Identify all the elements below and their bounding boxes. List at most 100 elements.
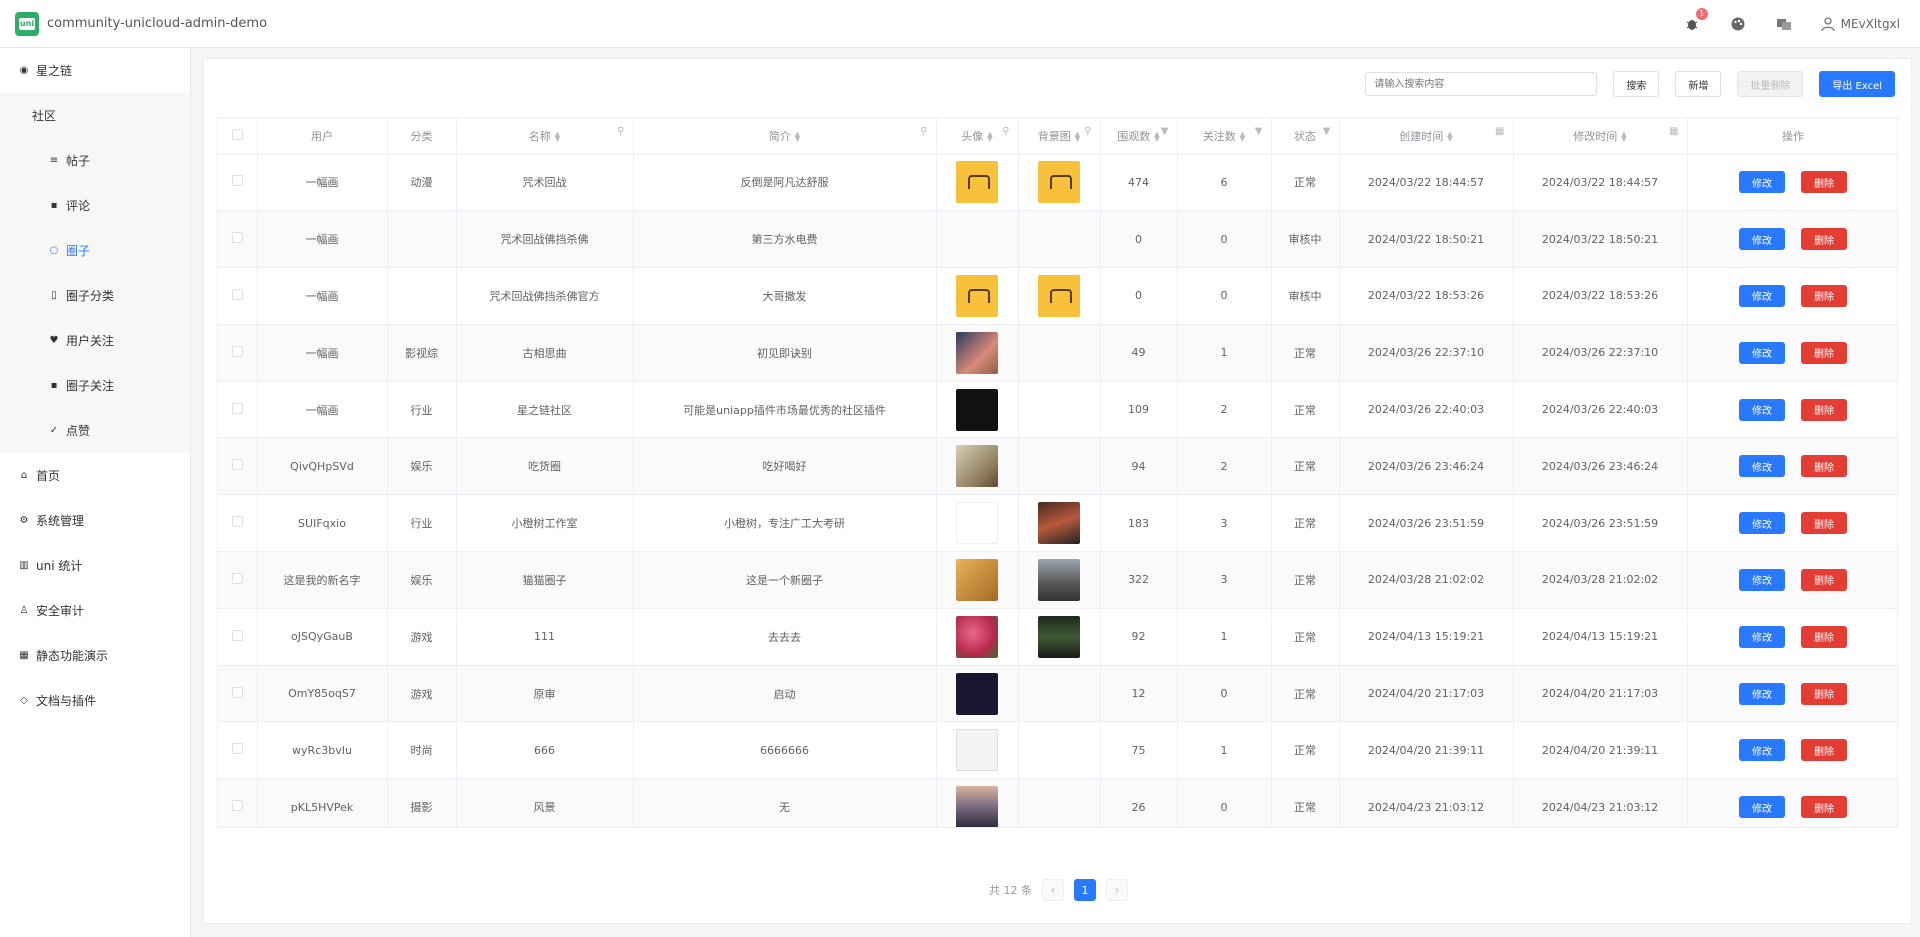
row-select-cell[interactable] [218,210,258,269]
filter-icon[interactable]: ▼ [1161,126,1169,137]
delete-button[interactable]: 删除 [1801,625,1847,648]
edit-button[interactable]: 修改 [1739,512,1785,535]
edit-button[interactable]: 修改 [1739,625,1785,648]
header-follows[interactable]: 关注数 ▲ ▼ ▼ [1177,118,1272,155]
table-row[interactable]: 这是我的新名字 娱乐 猫猫圈子 这是一个新圈子 322 3 正常 2024/03/28 21:… [218,551,1897,609]
table-row[interactable]: 一幅画 行业 星之链社区 可能是uniapp插件市场最优秀的社区插件 109 2 正常 202… [218,381,1897,439]
edit-button[interactable]: 修改 [1739,568,1785,591]
header-intro[interactable]: 简介 ▲ ▼ ⚲ [633,118,937,155]
edit-button[interactable]: 修改 [1739,341,1785,364]
select-all-cell[interactable] [218,118,258,155]
edit-button[interactable]: 修改 [1739,284,1785,307]
row-select-cell[interactable] [218,551,258,609]
edit-button[interactable]: 修改 [1739,796,1785,819]
sidebar-item[interactable]: ✓ 点赞 [0,408,190,453]
bug-icon[interactable]: 1 [1682,7,1708,34]
table-row[interactable]: oJSQyGauB 游戏 111 去去去 92 1 正常 2024/04/13 15:19:2… [218,608,1897,666]
header-avatar[interactable]: 头像 ▲ ▼ ⚲ [936,118,1019,155]
avatar-thumbnail[interactable] [956,274,998,317]
header-modified[interactable]: 修改时间 ▲ ▼ ▦ [1513,118,1688,155]
sidebar-item[interactable]: ⚙ 系统管理 [0,498,190,543]
user-menu[interactable]: MEvXltgxl [1820,16,1900,32]
sidebar-item[interactable]: ♙ 安全审计 [0,588,190,633]
row-checkbox[interactable] [231,743,243,755]
background-thumbnail[interactable] [1038,274,1080,317]
avatar-thumbnail[interactable] [956,161,998,204]
edit-button[interactable]: 修改 [1739,228,1785,251]
delete-button[interactable]: 删除 [1801,398,1847,421]
table-row[interactable]: 一幅画 咒术回战佛挡杀佛 第三方水电费 0 0 审核中 2024/03/22 18:50:2… [218,210,1897,269]
palette-icon[interactable] [1728,14,1748,34]
background-thumbnail[interactable] [1038,558,1080,601]
delete-button[interactable]: 删除 [1801,228,1847,251]
header-name[interactable]: 名称 ▲ ▼ ⚲ [456,118,634,155]
table-row[interactable]: 一幅画 咒术回战佛挡杀佛官方 大哥撒发 0 0 审核中 2024/03/22 18:53:2… [218,267,1897,325]
table-row[interactable]: wyRc3bvIu 时尚 666 6666666 75 1 正常 2024/04/20 21:… [218,721,1897,780]
edit-button[interactable]: 修改 [1739,171,1785,194]
row-checkbox[interactable] [231,175,243,187]
delete-button[interactable]: 删除 [1801,739,1847,762]
header-created[interactable]: 创建时间 ▲ ▼ ▦ [1339,118,1514,155]
calendar-icon[interactable]: ▦ [1669,126,1678,137]
background-thumbnail[interactable] [1038,161,1080,204]
table-row[interactable]: QivQHpSVd 娱乐 吃货圈 吃好喝好 94 2 正常 2024/03/26 23:46:… [218,437,1897,496]
avatar-thumbnail[interactable] [956,388,998,431]
row-checkbox[interactable] [231,516,243,528]
sidebar-item[interactable]: ◉ 星之链 [0,48,190,93]
header-status[interactable]: 状态 ▼ [1271,118,1340,155]
search-icon[interactable]: ⚲ [617,126,624,137]
sidebar-item[interactable]: ▦ 静态功能演示 [0,633,190,678]
sidebar-item[interactable]: ◇ 文档与插件 [0,678,190,723]
table-row[interactable]: OmY85oqS7 游戏 原审 启动 12 0 正常 2024/04/20 21:17:03 2… [218,665,1897,723]
background-thumbnail[interactable] [1038,502,1080,545]
sidebar-item[interactable]: ▪ 评论 [0,183,190,228]
delete-button[interactable]: 删除 [1801,682,1847,705]
avatar-thumbnail[interactable] [956,558,998,601]
row-select-cell[interactable] [218,324,258,382]
sidebar-item[interactable]: ⌂ 首页 [0,453,190,498]
row-checkbox[interactable] [231,459,243,471]
filter-icon[interactable]: ▼ [1255,126,1263,137]
sort-icon[interactable]: ▲ ▼ [1447,130,1452,142]
delete-button[interactable]: 删除 [1801,568,1847,591]
sort-icon[interactable]: ▲ ▼ [987,130,992,142]
search-icon[interactable]: ⚲ [920,126,927,137]
row-checkbox[interactable] [231,572,243,584]
row-checkbox[interactable] [231,629,243,641]
batch-delete-button[interactable]: 批量删除 [1737,71,1804,97]
row-checkbox[interactable] [231,402,243,414]
select-all-checkbox[interactable] [231,128,243,140]
avatar-thumbnail[interactable] [956,786,998,827]
row-select-cell[interactable] [218,721,258,780]
sidebar-item[interactable]: ≡ 帖子 [0,138,190,183]
delete-button[interactable]: 删除 [1801,512,1847,535]
sidebar-item[interactable]: ▯ 圈子分类 [0,273,190,318]
row-select-cell[interactable] [218,437,258,496]
row-select-cell[interactable] [218,778,258,827]
sort-icon[interactable]: ▲ ▼ [1621,130,1626,142]
sidebar-item[interactable]: ▥ uni 统计 [0,543,190,588]
avatar-thumbnail[interactable] [956,445,998,488]
delete-button[interactable]: 删除 [1801,796,1847,819]
language-icon[interactable] [1774,14,1794,34]
row-checkbox[interactable] [231,686,243,698]
table-row[interactable]: 一幅画 动漫 咒术回战 反倒是阿凡达舒服 474 6 正常 2024/03/22 18:44:… [218,154,1897,212]
row-checkbox[interactable] [231,288,243,300]
table-row[interactable]: 一幅画 影视综 古相思曲 初见即诀别 49 1 正常 2024/03/26 22:37:10 2… [218,324,1897,382]
row-select-cell[interactable] [218,608,258,666]
avatar-thumbnail[interactable] [956,502,998,545]
edit-button[interactable]: 修改 [1739,739,1785,762]
filter-icon[interactable]: ▼ [1323,126,1331,137]
row-select-cell[interactable] [218,154,258,212]
sort-icon[interactable]: ▲ ▼ [555,130,560,142]
sidebar-item[interactable]: ♥ 用户关注 [0,318,190,363]
avatar-thumbnail[interactable] [956,615,998,658]
next-page-button[interactable]: › [1106,879,1128,901]
prev-page-button[interactable]: ‹ [1042,879,1064,901]
search-button[interactable]: 搜索 [1613,71,1660,97]
sort-icon[interactable]: ▲ ▼ [1075,130,1080,142]
add-button[interactable]: 新增 [1675,71,1722,97]
search-input[interactable] [1365,72,1598,96]
header-views[interactable]: 围观数 ▲ ▼ ▼ [1100,118,1178,155]
row-select-cell[interactable] [218,665,258,723]
